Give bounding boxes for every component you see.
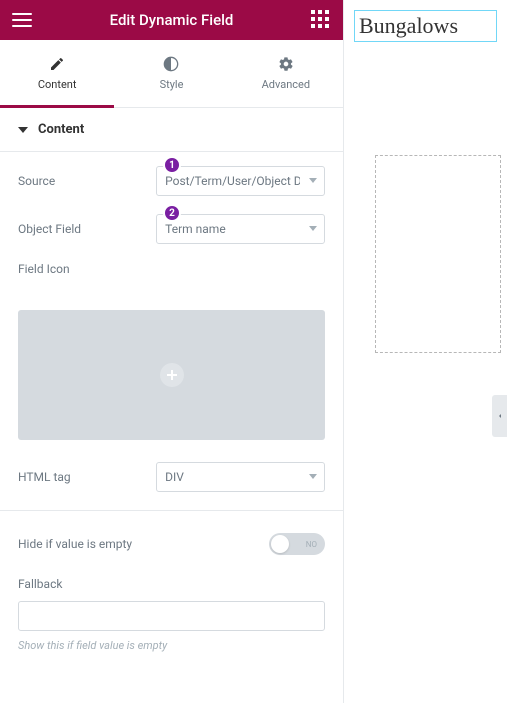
label-field-icon: Field Icon: [18, 262, 325, 276]
divider: [0, 510, 343, 511]
panel-title: Edit Dynamic Field: [110, 11, 234, 29]
help-fallback: Show this if field value is empty: [18, 639, 325, 652]
label-hide-empty: Hide if value is empty: [18, 537, 269, 551]
tabs: Content Style Advanced: [0, 40, 343, 108]
toggle-hide-empty[interactable]: NO: [269, 533, 325, 555]
label-source: Source: [18, 174, 156, 188]
editor-panel: Edit Dynamic Field Content Style Advance…: [0, 0, 344, 703]
row-hide-empty: Hide if value is empty NO: [18, 529, 325, 559]
label-html-tag: HTML tag: [18, 470, 156, 484]
preview-heading[interactable]: Bungalows: [354, 10, 497, 42]
plus-icon: [160, 363, 184, 387]
toggle-state-text: NO: [306, 540, 317, 549]
section-title: Content: [38, 122, 84, 137]
widgets-icon[interactable]: [311, 10, 331, 30]
row-object-field: 2 Object Field Term name: [18, 214, 325, 244]
tab-advanced[interactable]: Advanced: [229, 40, 343, 107]
tab-label: Advanced: [262, 78, 310, 91]
panel-header: Edit Dynamic Field: [0, 0, 343, 40]
controls-area: 1 Source Post/Term/User/Object Data 2 Ob…: [0, 152, 343, 658]
row-source: 1 Source Post/Term/User/Object Data: [18, 166, 325, 196]
tab-label: Content: [38, 78, 77, 91]
contrast-icon: [163, 56, 179, 72]
select-object-field[interactable]: Term name: [156, 214, 325, 244]
label-fallback: Fallback: [18, 577, 325, 591]
row-html-tag: HTML tag DIV: [18, 462, 325, 492]
select-html-tag[interactable]: DIV: [156, 462, 325, 492]
label-object-field: Object Field: [18, 222, 156, 236]
caret-down-icon: [18, 127, 28, 133]
tab-content[interactable]: Content: [0, 40, 114, 107]
section-header-content[interactable]: Content: [0, 108, 343, 152]
toggle-knob: [271, 535, 289, 553]
callout-badge-1: 1: [163, 156, 181, 174]
row-fallback: Fallback Show this if field value is emp…: [18, 577, 325, 652]
input-fallback[interactable]: [18, 601, 325, 631]
pencil-icon: [49, 56, 65, 72]
gear-icon: [278, 56, 294, 72]
select-source[interactable]: Post/Term/User/Object Data: [156, 166, 325, 196]
callout-badge-2: 2: [163, 204, 181, 222]
tab-style[interactable]: Style: [114, 40, 228, 107]
empty-widget-placeholder[interactable]: [375, 155, 501, 353]
icon-upload-area[interactable]: [18, 310, 325, 440]
menu-icon[interactable]: [12, 10, 32, 30]
tab-label: Style: [160, 78, 184, 91]
row-field-icon: Field Icon: [18, 262, 325, 292]
